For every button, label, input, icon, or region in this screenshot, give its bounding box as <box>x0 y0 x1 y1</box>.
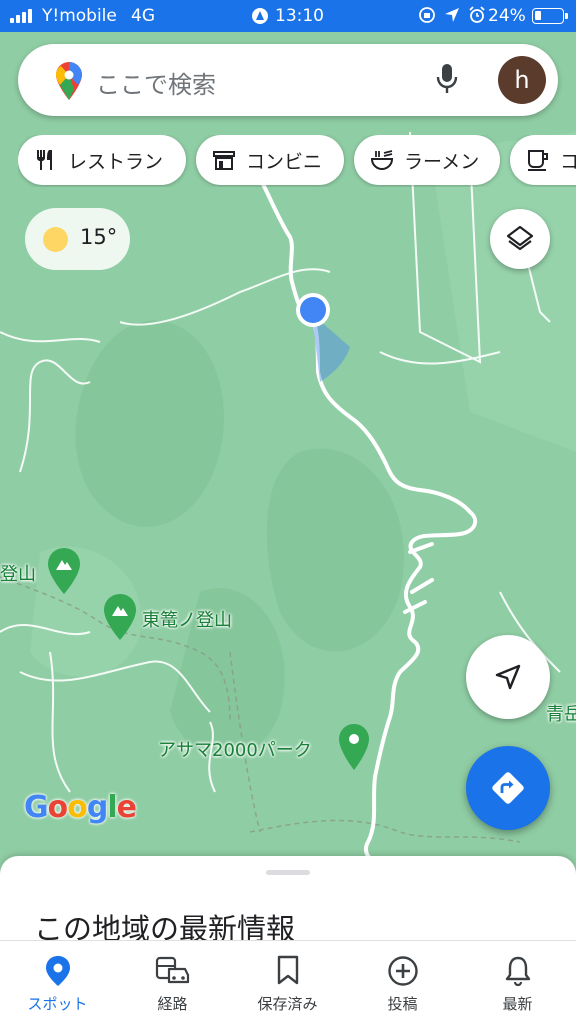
nav-tab-directions[interactable]: 経路 <box>115 941 230 1024</box>
directions-button[interactable] <box>466 746 550 830</box>
carrier-name: Y!mobile <box>42 6 117 26</box>
bookmark-icon <box>277 955 298 985</box>
map-label-partial-peak[interactable]: 青岳 <box>546 700 576 726</box>
chip-label: コンビニ <box>246 151 323 173</box>
nav-tab-label: 経路 <box>157 995 188 1013</box>
my-location-button[interactable] <box>466 635 550 719</box>
chip-label: コ <box>560 151 576 173</box>
map-pin-icon[interactable] <box>339 724 369 770</box>
maps-pin-icon <box>56 62 82 100</box>
add-circle-icon <box>387 956 418 986</box>
alarm-icon <box>469 6 485 23</box>
nav-tab-label: 保存済み <box>257 995 318 1013</box>
ramen-icon <box>370 150 394 171</box>
sun-icon <box>43 227 68 252</box>
layers-button[interactable] <box>490 209 550 269</box>
nav-tab-contribute[interactable]: 投稿 <box>345 941 460 1024</box>
nav-tab-explore[interactable]: スポット <box>0 941 115 1024</box>
search-placeholder[interactable]: ここで検索 <box>96 65 216 100</box>
sheet-drag-handle[interactable] <box>266 870 310 875</box>
bell-icon <box>505 956 530 987</box>
battery-level <box>535 11 541 20</box>
search-bar[interactable]: ここで検索 h <box>18 44 558 116</box>
nav-tab-saved[interactable]: 保存済み <box>230 941 345 1024</box>
chip-ramen[interactable]: ラーメン <box>354 135 500 185</box>
location-arrow-icon <box>445 8 459 22</box>
signal-icon <box>10 9 32 23</box>
location-services-icon <box>252 8 268 24</box>
weather-chip[interactable]: 15° <box>25 208 130 270</box>
network-type: 4G <box>131 6 155 26</box>
chip-convenience-store[interactable]: コンビニ <box>196 135 344 185</box>
map-label-asama-2000-park[interactable]: アサマ2000パーク <box>158 736 312 762</box>
chip-coffee[interactable]: コ <box>510 135 576 185</box>
category-chips: レストラン コンビニ ラーメン コ <box>18 135 576 187</box>
restaurant-icon <box>37 150 52 170</box>
clock: 13:10 <box>275 6 324 26</box>
layers-icon <box>506 225 534 251</box>
account-avatar[interactable]: h <box>498 56 546 104</box>
temperature: 15° <box>80 225 118 249</box>
chip-restaurant[interactable]: レストラン <box>18 135 186 185</box>
store-icon <box>213 151 235 170</box>
location-pin-icon <box>45 956 70 986</box>
google-logo: Google <box>24 790 137 825</box>
map-label-higashi-kagonotoyama[interactable]: 東篭ノ登山 <box>142 606 232 632</box>
map-label-partial-mountain[interactable]: 登山 <box>0 560 36 586</box>
chip-label: ラーメン <box>404 151 480 173</box>
nav-tab-updates[interactable]: 最新 <box>460 941 575 1024</box>
coffee-icon <box>528 150 548 171</box>
chip-label: レストラン <box>68 151 164 173</box>
nav-tab-label: スポット <box>27 995 88 1013</box>
map-pin-icon[interactable] <box>104 594 136 640</box>
battery-icon <box>532 8 568 24</box>
nav-tab-label: 最新 <box>502 995 533 1013</box>
status-bar: Y!mobile 4G 13:10 24% <box>0 0 576 32</box>
microphone-icon[interactable] <box>435 63 459 95</box>
navigation-arrow-icon <box>495 664 521 690</box>
car-bus-icon <box>155 956 189 984</box>
map-pin-icon[interactable] <box>48 548 80 594</box>
rotation-lock-icon <box>419 7 435 23</box>
nav-tab-label: 投稿 <box>387 995 418 1013</box>
bottom-navigation: スポット 経路 保存済み 投稿 最新 <box>0 940 576 1024</box>
battery-percent: 24% <box>488 6 526 26</box>
directions-icon <box>492 772 524 804</box>
